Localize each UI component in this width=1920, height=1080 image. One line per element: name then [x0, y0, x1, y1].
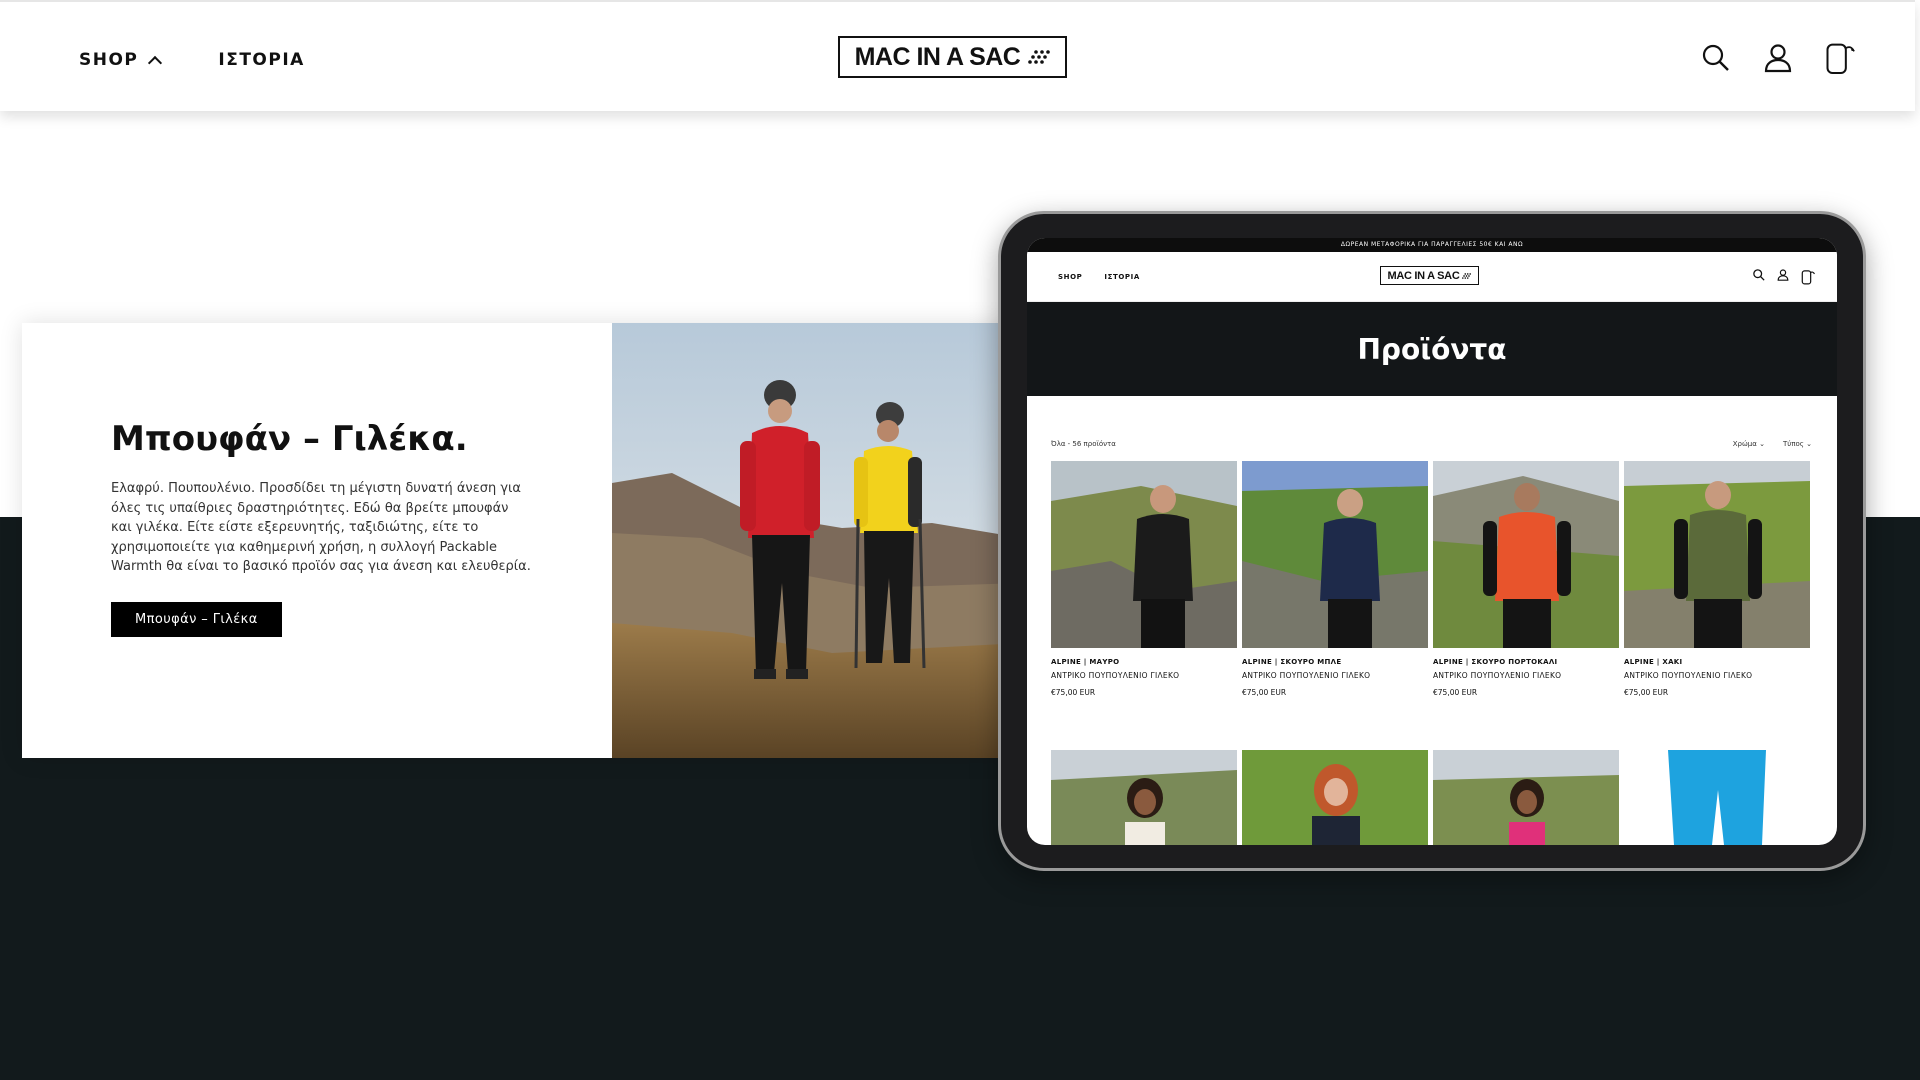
chevron-up-icon	[148, 55, 163, 71]
product-grid-row-2	[1051, 750, 1810, 845]
products-title: Προϊόντα	[1357, 332, 1507, 366]
product-image[interactable]	[1624, 750, 1810, 845]
tablet-logo[interactable]: MAC IN A SAC	[1380, 266, 1479, 285]
filter-controls: Χρώμα ⌄ Τύπος ⌄	[1733, 440, 1812, 448]
product-name: ALPINE | ΧΑΚΙ	[1624, 658, 1683, 666]
product-photo-woman-navy	[1242, 750, 1428, 845]
user-icon	[1764, 44, 1792, 73]
products-banner: Προϊόντα	[1027, 302, 1837, 396]
product-photo-navy-vest	[1242, 461, 1428, 648]
product-image[interactable]	[1051, 750, 1237, 845]
main-nav: SHOP ΙΣΤΟΡΙΑ	[79, 50, 305, 71]
product-card[interactable]: ALPINE | ΣΚΟΥΡΟ ΜΠΛΕ ΑΝΤΡΙΚΟ ΠΟΥΠΟΥΛΕΝΙΟ…	[1242, 461, 1428, 697]
product-photo-black-vest	[1051, 461, 1237, 648]
tablet-screen: ΔΩΡΕΑΝ ΜΕΤΑΦΟΡΙΚΑ ΓΙΑ ΠΑΡΑΓΓΕΛΙΕΣ 50€ ΚΑ…	[1027, 238, 1837, 845]
nav-shop[interactable]: SHOP	[79, 50, 163, 71]
tablet-mockup: ΔΩΡΕΑΝ ΜΕΤΑΦΟΡΙΚΑ ΓΙΑ ΠΑΡΑΓΓΕΛΙΕΣ 50€ ΚΑ…	[998, 211, 1866, 871]
announcement-bar: ΔΩΡΕΑΝ ΜΕΤΑΦΟΡΙΚΑ ΓΙΑ ΠΑΡΑΓΓΕΛΙΕΣ 50€ ΚΑ…	[1027, 238, 1837, 252]
filter-color-label: Χρώμα	[1732, 440, 1757, 448]
product-price: €75,00 EUR	[1624, 688, 1669, 697]
tablet-nav: SHOP ΙΣΤΟΡΙΑ	[1058, 273, 1140, 281]
product-photo-woman-pink	[1433, 750, 1619, 845]
logo-mark-icon	[1462, 272, 1472, 279]
user-icon[interactable]	[1777, 269, 1789, 281]
filter-type-label: Τύπος	[1782, 440, 1804, 448]
account-button[interactable]	[1763, 40, 1793, 76]
product-image	[1433, 461, 1619, 648]
product-photo-orange-vest	[1433, 461, 1619, 648]
promo-cta-button[interactable]: Μπουφάν – Γιλέκα	[111, 601, 282, 637]
tablet-nav-shop[interactable]: SHOP	[1058, 273, 1082, 281]
product-name: ALPINE | ΣΚΟΥΡΟ ΠΟΡΤΟΚΑΛΙ	[1433, 658, 1558, 666]
nav-history-label: ΙΣΤΟΡΙΑ	[218, 50, 305, 70]
promo-text-block: Μπουφάν – Γιλέκα. Ελαφρύ. Πουπουλένιο. Π…	[22, 323, 612, 758]
product-type: ΑΝΤΡΙΚΟ ΠΟΥΠΟΥΛΕΝΙΟ ΓΙΛΕΚΟ	[1433, 671, 1562, 680]
product-image	[1624, 461, 1810, 648]
promo-description: Ελαφρύ. Πουπουλένιο. Προσδίδει τη μέγιστ…	[111, 481, 531, 574]
product-image[interactable]	[1242, 750, 1428, 845]
search-button[interactable]	[1701, 40, 1731, 76]
tablet-header: SHOP ΙΣΤΟΡΙΑ MAC IN A SAC	[1027, 252, 1837, 302]
product-price: €75,00 EUR	[1051, 688, 1096, 697]
promo-title: Μπουφάν – Γιλέκα.	[111, 419, 468, 459]
nav-shop-label: SHOP	[79, 50, 139, 70]
product-image	[1051, 461, 1237, 648]
product-photo-blue-shorts	[1624, 750, 1810, 845]
bag-icon[interactable]	[1801, 269, 1815, 285]
tablet-header-actions	[1753, 269, 1815, 285]
product-image	[1242, 461, 1428, 648]
product-photo-woman-cream	[1051, 750, 1237, 845]
product-card[interactable]: ALPINE | ΧΑΚΙ ΑΝΤΡΙΚΟ ΠΟΥΠΟΥΛΕΝΙΟ ΓΙΛΕΚΟ…	[1624, 461, 1810, 697]
site-header: SHOP ΙΣΤΟΡΙΑ MAC IN A SAC	[0, 0, 1915, 111]
product-name: ALPINE | ΜΑΥΡΟ	[1051, 658, 1120, 666]
logo-text: MAC IN A SAC	[854, 42, 1021, 71]
cart-button[interactable]	[1825, 40, 1855, 76]
tablet-logo-text: MAC IN A SAC	[1387, 269, 1460, 282]
search-icon[interactable]	[1753, 269, 1765, 281]
product-photo-khaki-vest	[1624, 461, 1810, 648]
product-count: Όλα - 56 προϊόντα	[1051, 440, 1116, 448]
product-type: ΑΝΤΡΙΚΟ ΠΟΥΠΟΥΛΕΝΙΟ ΓΙΛΕΚΟ	[1624, 671, 1753, 680]
bag-icon	[1826, 43, 1855, 74]
logo-mark-icon	[1028, 50, 1051, 64]
product-card[interactable]: ALPINE | ΜΑΥΡΟ ΑΝΤΡΙΚΟ ΠΟΥΠΟΥΛΕΝΙΟ ΓΙΛΕΚ…	[1051, 461, 1237, 697]
product-price: €75,00 EUR	[1433, 688, 1478, 697]
header-actions	[1701, 40, 1855, 76]
search-icon	[1702, 44, 1729, 71]
product-type: ΑΝΤΡΙΚΟ ΠΟΥΠΟΥΛΕΝΙΟ ΓΙΛΕΚΟ	[1242, 671, 1371, 680]
product-price: €75,00 EUR	[1242, 688, 1287, 697]
filter-type[interactable]: Τύπος ⌄	[1783, 440, 1812, 448]
brand-logo[interactable]: MAC IN A SAC	[838, 36, 1067, 78]
promo-card: Μπουφάν – Γιλέκα. Ελαφρύ. Πουπουλένιο. Π…	[22, 323, 1022, 758]
product-type: ΑΝΤΡΙΚΟ ΠΟΥΠΟΥΛΕΝΙΟ ΓΙΛΕΚΟ	[1051, 671, 1180, 680]
tablet-nav-history[interactable]: ΙΣΤΟΡΙΑ	[1104, 273, 1139, 281]
filter-bar: Όλα - 56 προϊόντα Χρώμα ⌄ Τύπος ⌄	[1051, 440, 1812, 448]
hikers-photo	[612, 323, 1022, 758]
hikers-illustration	[612, 323, 1022, 758]
nav-history[interactable]: ΙΣΤΟΡΙΑ	[218, 50, 304, 70]
product-name: ALPINE | ΣΚΟΥΡΟ ΜΠΛΕ	[1242, 658, 1342, 666]
product-image[interactable]	[1433, 750, 1619, 845]
filter-color[interactable]: Χρώμα ⌄	[1733, 440, 1765, 448]
product-card[interactable]: ALPINE | ΣΚΟΥΡΟ ΠΟΡΤΟΚΑΛΙ ΑΝΤΡΙΚΟ ΠΟΥΠΟΥ…	[1433, 461, 1619, 697]
product-grid: ALPINE | ΜΑΥΡΟ ΑΝΤΡΙΚΟ ΠΟΥΠΟΥΛΕΝΙΟ ΓΙΛΕΚ…	[1051, 461, 1810, 697]
